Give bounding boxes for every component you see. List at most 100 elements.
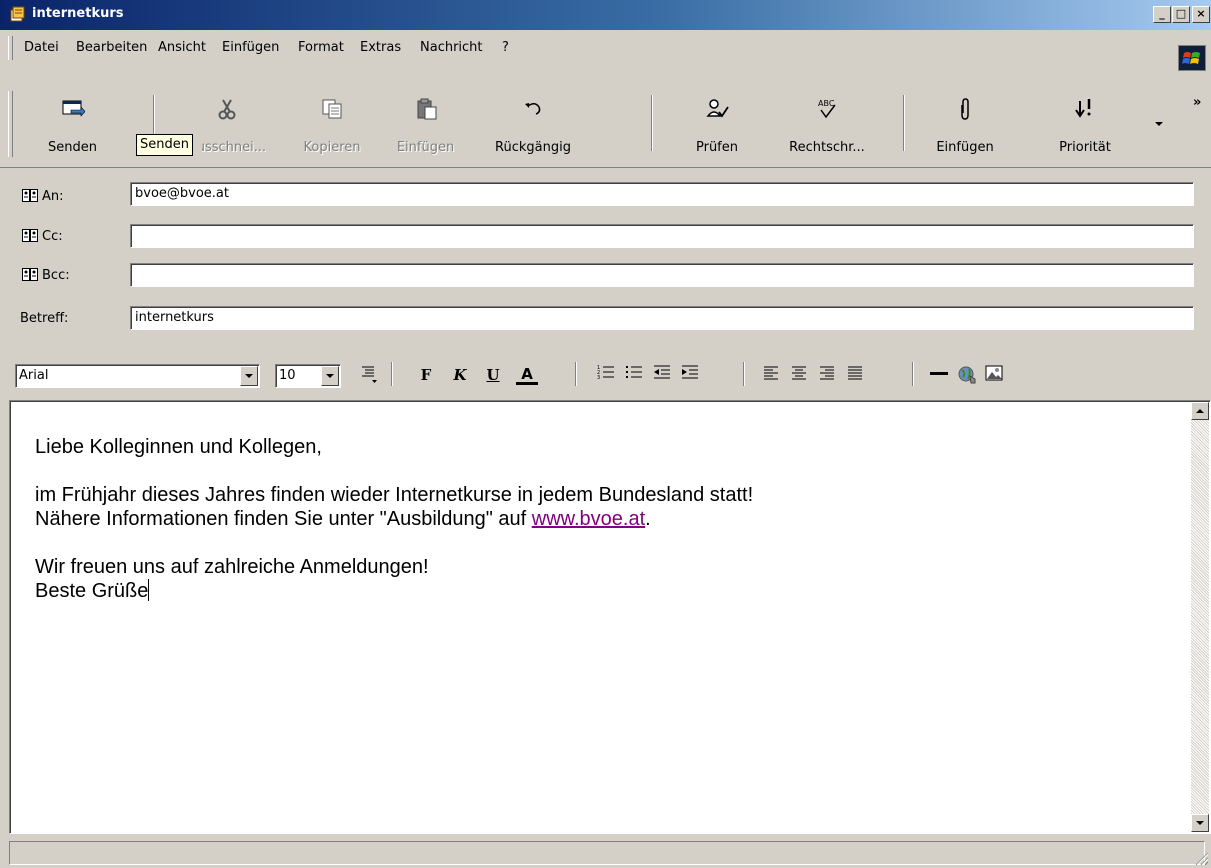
- format-separator: [575, 362, 577, 386]
- title-bar[interactable]: internetkurs _ □ ×: [0, 0, 1211, 30]
- toolbar-separator: [903, 95, 905, 151]
- insert-image-button[interactable]: [984, 364, 1006, 386]
- menu-bar: Datei Bearbeiten Ansicht Einfügen Format…: [0, 31, 1211, 87]
- windows-logo-icon: [1178, 45, 1206, 71]
- paste-icon: [417, 98, 436, 120]
- scroll-down-button[interactable]: [1191, 814, 1209, 832]
- menu-datei[interactable]: Datei: [24, 40, 59, 55]
- cc-field[interactable]: [130, 224, 1194, 248]
- copy-button[interactable]: Kopieren: [287, 87, 377, 167]
- horizontal-line-button[interactable]: [928, 364, 950, 386]
- format-separator: [743, 362, 745, 386]
- align-left-button[interactable]: [760, 364, 782, 386]
- bvoe-link[interactable]: www.bvoe.at: [532, 508, 645, 530]
- priority-button[interactable]: Priorität: [1040, 87, 1130, 167]
- attach-label: Einfügen: [936, 140, 994, 155]
- greeting-line: Liebe Kolleginnen und Kollegen,: [35, 436, 322, 458]
- body-line-2-text: Nähere Informationen finden Sie unter "A…: [35, 508, 532, 530]
- toolbar-separator: [651, 95, 653, 151]
- minimize-button[interactable]: _: [1153, 6, 1171, 23]
- numbered-list-icon: 123: [597, 365, 614, 381]
- attach-button[interactable]: Einfügen: [920, 87, 1010, 167]
- menu-nachricht[interactable]: Nachricht: [420, 40, 483, 55]
- svg-text:ABC: ABC: [818, 99, 835, 108]
- bullet-list-icon: [626, 366, 642, 378]
- menu-ansicht[interactable]: Ansicht: [158, 40, 206, 55]
- send-label: Senden: [48, 140, 97, 155]
- italic-button[interactable]: K: [449, 364, 471, 386]
- check-names-label: Prüfen: [695, 140, 738, 155]
- copy-icon: [322, 99, 342, 119]
- paragraph-style-button[interactable]: [358, 364, 380, 386]
- align-center-button[interactable]: [788, 364, 810, 386]
- menu-extras[interactable]: Extras: [360, 40, 401, 55]
- address-book-icon: [22, 189, 38, 202]
- subject-field[interactable]: internetkurs: [130, 306, 1194, 330]
- to-field[interactable]: bvoe@bvoe.at: [130, 182, 1194, 206]
- toolbar-overflow-icon[interactable]: »: [1193, 95, 1201, 110]
- priority-icon: [1075, 99, 1091, 118]
- undo-button[interactable]: Rückgängig: [478, 87, 588, 167]
- formatting-toolbar: Arial 10 F K U A 123: [0, 352, 1211, 398]
- menu-format[interactable]: Format: [298, 40, 344, 55]
- justify-button[interactable]: [844, 364, 866, 386]
- align-center-icon: [792, 366, 806, 380]
- font-select[interactable]: Arial: [15, 364, 260, 388]
- to-label-text: An:: [42, 189, 64, 204]
- align-right-button[interactable]: [816, 364, 838, 386]
- paste-label: Einfügen: [396, 140, 455, 155]
- bullet-list-button[interactable]: [623, 364, 645, 386]
- cc-label[interactable]: Cc:: [22, 229, 63, 244]
- bcc-label[interactable]: Bcc:: [22, 268, 70, 283]
- decrease-indent-icon: [654, 365, 670, 379]
- insert-link-button[interactable]: [956, 364, 978, 386]
- font-size-dropdown-icon[interactable]: [321, 366, 339, 386]
- subject-label: Betreff:: [20, 311, 69, 326]
- check-names-icon: [706, 99, 729, 118]
- decrease-indent-button[interactable]: [651, 364, 673, 386]
- maximize-button[interactable]: □: [1172, 6, 1190, 23]
- numbered-list-button[interactable]: 123: [595, 364, 617, 386]
- increase-indent-button[interactable]: [679, 364, 701, 386]
- menu-help[interactable]: ?: [502, 40, 509, 55]
- align-left-icon: [764, 366, 778, 380]
- cc-label-text: Cc:: [42, 229, 63, 244]
- closing-text: Beste Grüße: [35, 580, 149, 602]
- menu-bearbeiten[interactable]: Bearbeiten: [76, 40, 147, 55]
- paragraph-style-icon: [362, 366, 377, 383]
- status-field: [9, 841, 1205, 865]
- justify-icon: [848, 366, 862, 380]
- scroll-up-button[interactable]: [1191, 402, 1209, 420]
- bold-button[interactable]: F: [415, 364, 437, 386]
- vertical-scrollbar[interactable]: [1191, 402, 1209, 832]
- menu-grip[interactable]: [8, 36, 13, 60]
- increase-indent-icon: [682, 365, 698, 379]
- font-dropdown-icon[interactable]: [240, 366, 258, 386]
- bcc-field[interactable]: [130, 263, 1194, 287]
- close-button[interactable]: ×: [1192, 6, 1210, 23]
- font-color-button[interactable]: A: [516, 364, 538, 385]
- window-title: internetkurs: [32, 6, 124, 21]
- priority-label: Priorität: [1059, 140, 1111, 155]
- check-names-button[interactable]: Prüfen: [672, 87, 762, 167]
- toolbar-grip[interactable]: [8, 91, 13, 157]
- message-text[interactable]: Liebe Kolleginnen und Kollegen, im Frühj…: [35, 435, 1175, 603]
- message-body-editor[interactable]: Liebe Kolleginnen und Kollegen, im Frühj…: [9, 400, 1211, 834]
- horizontal-line-icon: [930, 372, 948, 375]
- send-icon: [62, 100, 85, 117]
- font-size-select[interactable]: 10: [275, 364, 341, 388]
- svg-text:3: 3: [597, 375, 600, 381]
- format-separator: [912, 362, 914, 386]
- body-line-4: Beste Grüße: [35, 579, 1175, 603]
- send-button[interactable]: Senden: [20, 87, 125, 167]
- spelling-button[interactable]: ABC Rechtschr...: [772, 87, 882, 167]
- underline-button[interactable]: U: [482, 364, 504, 386]
- undo-icon: [525, 103, 541, 115]
- resize-grip-icon[interactable]: [1193, 850, 1209, 866]
- address-book-icon: [22, 268, 38, 281]
- paste-button[interactable]: Einfügen: [378, 87, 473, 167]
- priority-dropdown-icon[interactable]: [1155, 122, 1165, 128]
- body-line-2: Nähere Informationen finden Sie unter "A…: [35, 507, 1175, 531]
- menu-einfuegen[interactable]: Einfügen: [222, 40, 279, 55]
- to-label[interactable]: An:: [22, 189, 64, 204]
